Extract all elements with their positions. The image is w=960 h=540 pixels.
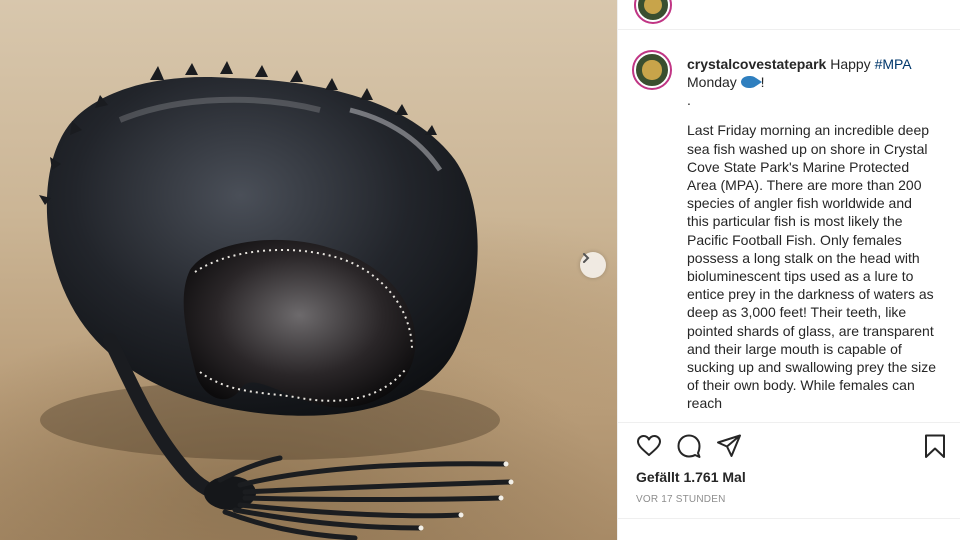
paper-plane-icon[interactable] (716, 433, 742, 459)
heart-icon[interactable] (636, 433, 662, 459)
bookmark-icon[interactable] (922, 433, 948, 459)
post-side-panel: crystalcovestatepark Happy #MPA Monday !… (617, 0, 960, 540)
fish-emoji-icon (740, 76, 762, 89)
chevron-right-icon (583, 253, 590, 263)
post-timestamp[interactable]: VOR 17 STUNDEN (636, 494, 726, 505)
likes-count[interactable]: Gefällt 1.761 Mal (636, 469, 746, 485)
next-photo-button[interactable] (580, 252, 606, 278)
post-header (618, 0, 960, 30)
anglerfish-illustration (39, 61, 514, 540)
comment-bar[interactable] (618, 518, 960, 540)
caption-intro: Happy (830, 56, 871, 72)
hashtag-link[interactable]: #MPA (875, 56, 911, 72)
caption-dot: . (687, 92, 691, 109)
caption-avatar[interactable] (632, 50, 672, 90)
caption-intro-2: Monday (687, 74, 737, 91)
comment-icon[interactable] (676, 433, 702, 459)
caption-body: Last Friday morning an incredible deep s… (687, 122, 937, 412)
username-link[interactable]: crystalcovestatepark (687, 56, 826, 72)
post-photo[interactable] (0, 0, 617, 540)
header-avatar[interactable] (634, 0, 672, 24)
caption-text: crystalcovestatepark Happy #MPA Monday !… (687, 55, 937, 413)
caption-area[interactable]: crystalcovestatepark Happy #MPA Monday !… (618, 31, 960, 421)
action-bar: Gefällt 1.761 Mal VOR 17 STUNDEN (618, 422, 960, 540)
